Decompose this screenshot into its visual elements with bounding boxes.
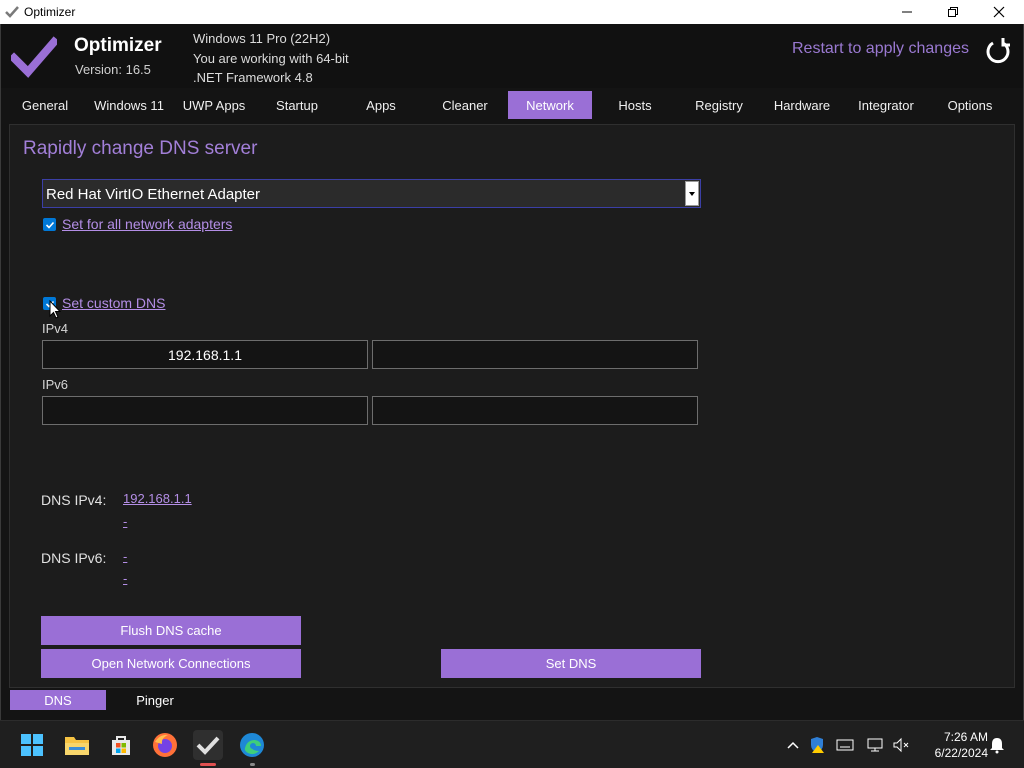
clock-date: 6/22/2024 xyxy=(934,746,988,760)
windows-start-icon[interactable] xyxy=(17,730,47,760)
tab-cleaner[interactable]: Cleaner xyxy=(423,91,507,119)
window-title: Optimizer xyxy=(24,5,76,19)
restore-icon xyxy=(948,7,958,17)
ipv4-label: IPv4 xyxy=(42,321,69,336)
system-info: Windows 11 Pro (22H2) You are working wi… xyxy=(193,29,349,88)
tab-general[interactable]: General xyxy=(13,91,77,119)
adapter-select[interactable]: Red Hat VirtIO Ethernet Adapter xyxy=(42,179,701,208)
ipv6-primary-input[interactable] xyxy=(42,396,368,425)
ipv4-secondary-input[interactable] xyxy=(372,340,698,369)
main-tabs: General Windows 11 UWP Apps Startup Apps… xyxy=(1,89,1023,119)
microsoft-store-icon[interactable] xyxy=(106,730,136,760)
minimize-button[interactable] xyxy=(884,0,930,24)
minimize-icon xyxy=(902,11,912,13)
check-icon xyxy=(45,221,54,229)
ipv6-label: IPv6 xyxy=(42,377,69,392)
volume-muted-icon[interactable] xyxy=(892,736,910,754)
app-name: Optimizer xyxy=(74,35,162,56)
system-clock[interactable]: 7:26 AM 6/22/2024 xyxy=(918,729,988,761)
clock-time: 7:26 AM xyxy=(943,730,988,744)
optimizer-icon[interactable] xyxy=(193,730,223,760)
tab-network[interactable]: Network xyxy=(508,91,592,119)
keyboard-icon[interactable] xyxy=(836,736,854,754)
current-dns-ipv4-secondary[interactable]: - xyxy=(123,514,127,529)
all-adapters-label[interactable]: Set for all network adapters xyxy=(62,216,232,232)
set-dns-button[interactable]: Set DNS xyxy=(441,649,701,678)
running-app-dot xyxy=(250,763,255,766)
arch-info: You are working with 64-bit xyxy=(193,50,349,66)
current-dns-ipv6-secondary[interactable]: - xyxy=(123,571,127,586)
chevron-up-icon[interactable] xyxy=(784,736,802,754)
close-icon xyxy=(993,6,1005,18)
checkmark-app-icon xyxy=(5,6,19,18)
optimizer-logo-icon xyxy=(11,36,57,78)
restart-icon[interactable] xyxy=(984,37,1012,65)
network-icon[interactable] xyxy=(866,736,884,754)
tab-hardware[interactable]: Hardware xyxy=(761,91,843,119)
all-adapters-checkbox[interactable] xyxy=(43,218,56,231)
sub-tabs: DNS Pinger xyxy=(1,690,1023,714)
current-dns-ipv4-label: DNS IPv4: xyxy=(41,492,107,508)
tab-registry[interactable]: Registry xyxy=(677,91,761,119)
close-button[interactable] xyxy=(976,0,1022,24)
tab-windows-11[interactable]: Windows 11 xyxy=(87,91,171,119)
file-explorer-icon[interactable] xyxy=(62,730,92,760)
active-app-indicator xyxy=(200,763,216,766)
custom-dns-label[interactable]: Set custom DNS xyxy=(62,295,165,311)
tab-uwp-apps[interactable]: UWP Apps xyxy=(173,91,255,119)
app-window: Optimizer Version: 16.5 Windows 11 Pro (… xyxy=(0,24,1024,720)
app-header: Optimizer Version: 16.5 Windows 11 Pro (… xyxy=(1,24,1023,88)
tab-startup[interactable]: Startup xyxy=(255,91,339,119)
title-bar: Optimizer xyxy=(0,0,1024,24)
restart-link[interactable]: Restart to apply changes xyxy=(792,40,969,58)
current-dns-ipv4-primary[interactable]: 192.168.1.1 xyxy=(123,491,192,506)
edge-icon[interactable] xyxy=(237,730,267,760)
open-network-connections-button[interactable]: Open Network Connections xyxy=(41,649,301,678)
adapter-select-value: Red Hat VirtIO Ethernet Adapter xyxy=(46,186,261,203)
security-warning-icon[interactable] xyxy=(808,736,826,754)
ipv6-secondary-input[interactable] xyxy=(372,396,698,425)
tab-integrator[interactable]: Integrator xyxy=(844,91,928,119)
firefox-icon[interactable] xyxy=(150,730,180,760)
dropdown-arrow-icon[interactable] xyxy=(685,181,699,206)
subtab-pinger[interactable]: Pinger xyxy=(107,690,203,710)
ipv4-primary-input[interactable]: 192.168.1.1 xyxy=(42,340,368,369)
dns-panel: Rapidly change DNS server Red Hat VirtIO… xyxy=(9,124,1015,688)
tab-options[interactable]: Options xyxy=(928,91,1012,119)
current-dns-ipv6-label: DNS IPv6: xyxy=(41,550,107,566)
taskbar: 7:26 AM 6/22/2024 xyxy=(0,720,1024,768)
mouse-cursor-icon xyxy=(49,300,61,319)
restore-button[interactable] xyxy=(930,0,976,24)
notification-icon[interactable] xyxy=(988,736,1006,754)
flush-dns-button[interactable]: Flush DNS cache xyxy=(41,616,301,645)
tab-hosts[interactable]: Hosts xyxy=(593,91,677,119)
tab-apps[interactable]: Apps xyxy=(339,91,423,119)
current-dns-ipv6-primary[interactable]: - xyxy=(123,549,127,564)
page-title: Rapidly change DNS server xyxy=(23,138,258,159)
app-version: Version: 16.5 xyxy=(75,62,151,77)
framework-info: .NET Framework 4.8 xyxy=(193,70,313,85)
os-info: Windows 11 Pro (22H2) xyxy=(193,31,331,46)
subtab-dns[interactable]: DNS xyxy=(10,690,106,710)
